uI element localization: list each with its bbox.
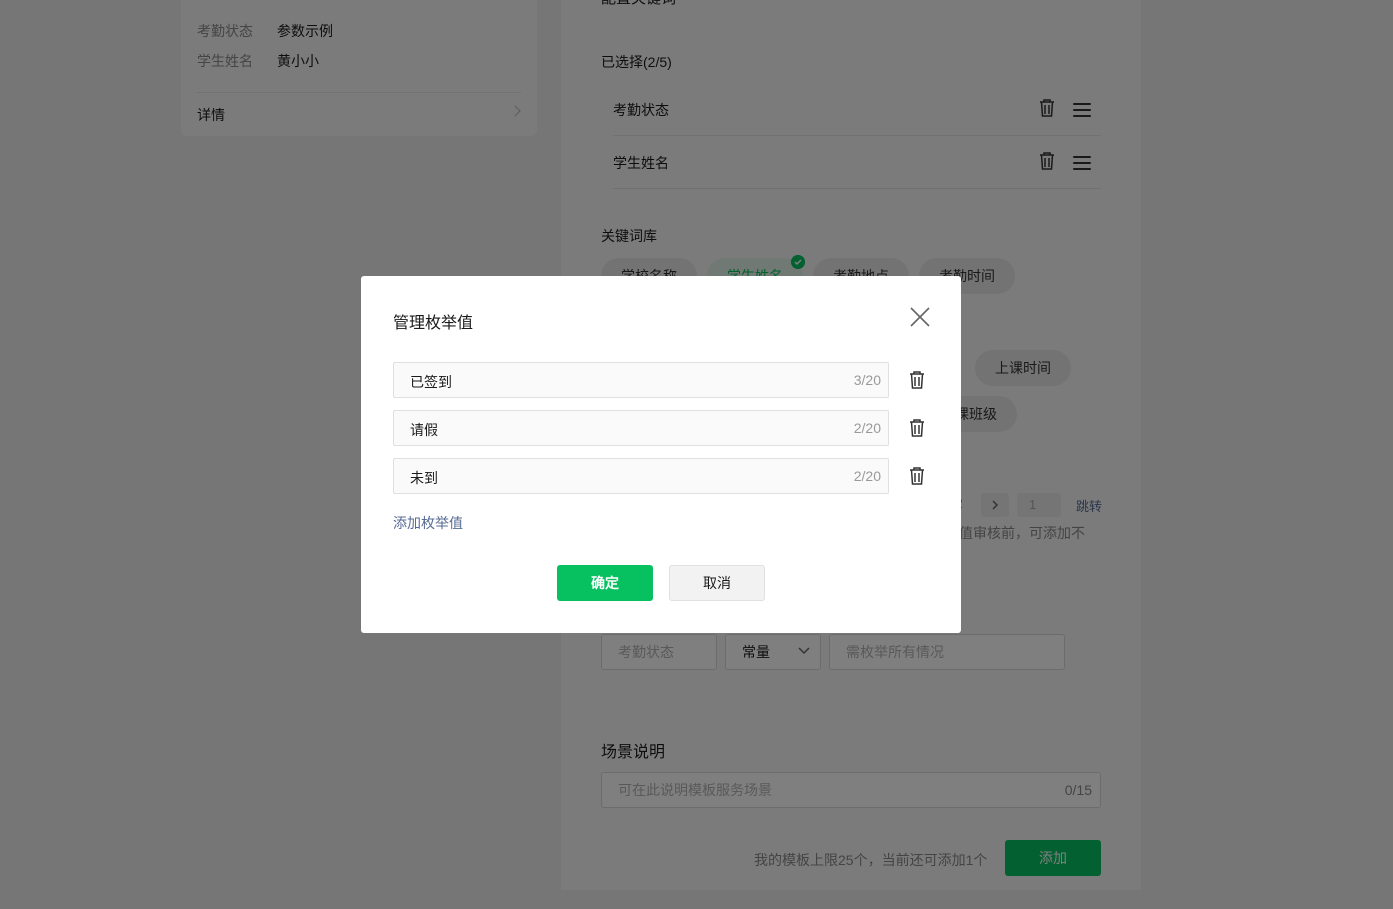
enum-value-text: 未到 [410,470,438,486]
enum-char-count: 2/20 [853,420,881,436]
enum-value-text: 请假 [410,422,438,438]
trash-icon[interactable] [908,418,926,438]
close-icon[interactable] [908,305,932,329]
add-enum-link[interactable]: 添加枚举值 [393,513,463,533]
trash-icon[interactable] [908,466,926,486]
enum-char-count: 2/20 [853,468,881,484]
cancel-button[interactable]: 取消 [669,565,765,601]
enum-value-input[interactable]: 未到 2/20 [393,458,889,494]
manage-enum-dialog: 管理枚举值 已签到 3/20 请假 2/20 未到 2/20 添加枚举值 确定 … [361,276,961,633]
enum-value-input[interactable]: 已签到 3/20 [393,362,889,398]
confirm-button[interactable]: 确定 [557,565,653,601]
enum-char-count: 3/20 [853,372,881,388]
trash-icon[interactable] [908,370,926,390]
enum-value-input[interactable]: 请假 2/20 [393,410,889,446]
dialog-title: 管理枚举值 [393,315,474,332]
enum-value-text: 已签到 [410,374,452,390]
